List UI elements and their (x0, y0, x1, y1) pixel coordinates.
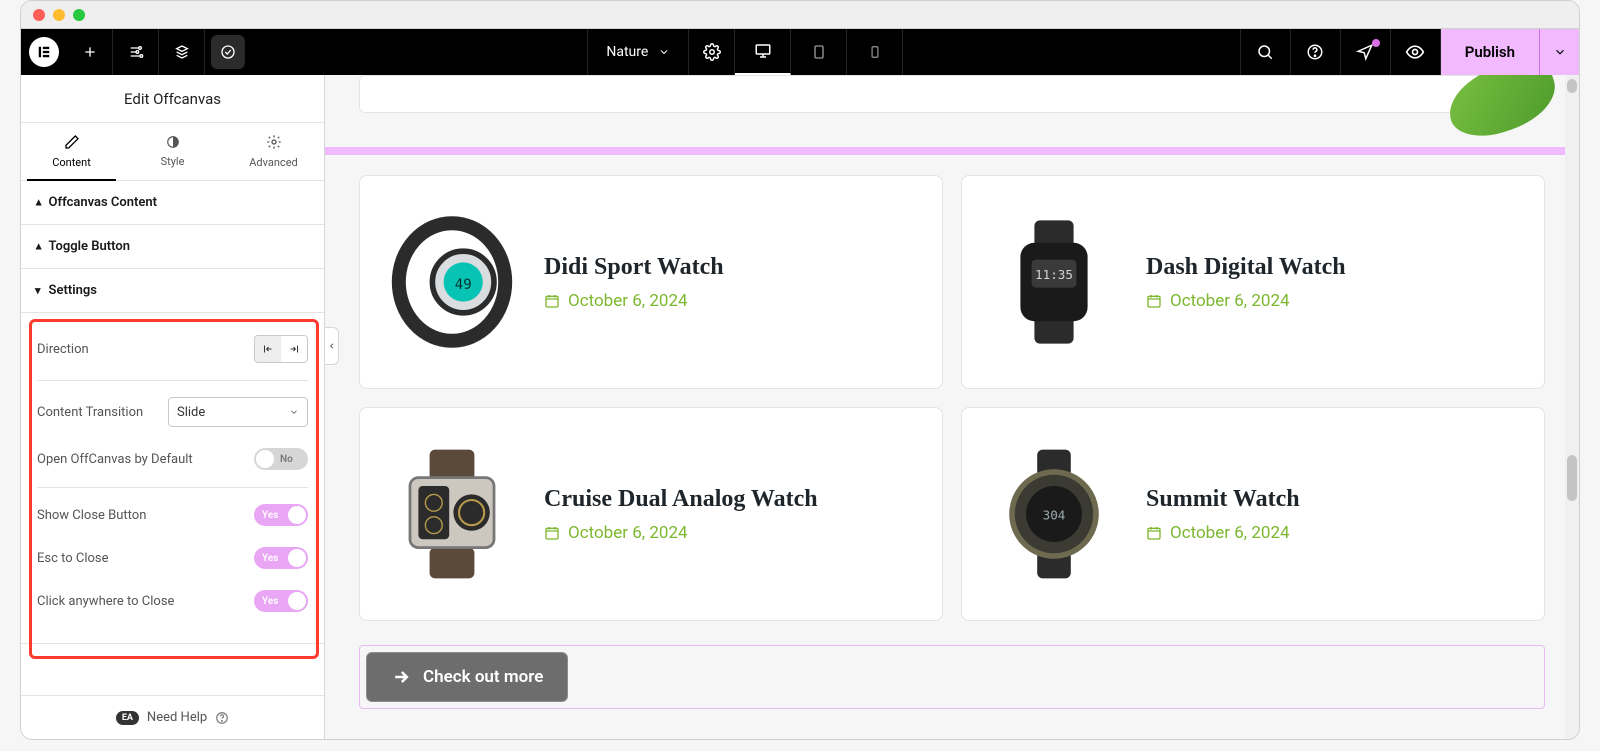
direction-right-button[interactable] (281, 336, 307, 362)
row-click-close: Click anywhere to Close Yes (37, 580, 308, 623)
help-button[interactable] (1290, 29, 1340, 75)
card-title: Didi Sport Watch (544, 254, 724, 281)
post-card[interactable]: 11:35 Dash Digital Watch October 6, 2024 (961, 175, 1545, 389)
checklist-button[interactable] (211, 35, 245, 69)
esc-close-toggle[interactable]: Yes (254, 547, 308, 569)
editor-body: Edit Offcanvas Content Style Advanced ▸ … (21, 75, 1579, 739)
pencil-icon (64, 134, 80, 150)
search-button[interactable] (1240, 29, 1290, 75)
post-card[interactable]: 49 Didi Sport Watch October 6, 2024 (359, 175, 943, 389)
calendar-icon (544, 293, 560, 309)
page-settings-button[interactable] (689, 29, 735, 75)
calendar-icon (544, 525, 560, 541)
section-divider (325, 147, 1579, 155)
add-element-button[interactable] (67, 29, 113, 75)
scroll-thumb[interactable] (1567, 455, 1577, 501)
card-title: Dash Digital Watch (1146, 254, 1346, 281)
structure-button[interactable] (159, 29, 205, 75)
panel-title: Edit Offcanvas (21, 75, 324, 123)
chevron-down-icon: ▾ (35, 284, 41, 297)
watch-thumbnail-icon (382, 439, 522, 589)
ea-badge-icon: EA (116, 711, 139, 725)
canvas-scrollbar[interactable] (1565, 75, 1579, 739)
calendar-icon (1146, 525, 1162, 541)
maximize-window-icon[interactable] (73, 9, 85, 21)
panel-footer: EA Need Help (21, 695, 324, 739)
hero-card (359, 75, 1545, 113)
watch-thumbnail-icon: 11:35 (984, 207, 1124, 357)
chevron-right-icon: ▸ (31, 244, 44, 250)
card-date: October 6, 2024 (544, 523, 818, 543)
tab-content[interactable]: Content (21, 123, 122, 180)
responsive-device-group (735, 29, 903, 75)
direction-left-button[interactable] (255, 336, 281, 362)
post-card[interactable]: Cruise Dual Analog Watch October 6, 2024 (359, 407, 943, 621)
row-open-default: Open OffCanvas by Default No (37, 438, 308, 481)
card-title: Summit Watch (1146, 486, 1300, 513)
section-toggle-button[interactable]: ▸ Toggle Button (21, 225, 324, 269)
svg-text:11:35: 11:35 (1035, 267, 1073, 282)
page-name: Nature (606, 44, 648, 60)
publish-options-button[interactable] (1539, 29, 1579, 75)
notifications-button[interactable] (1340, 29, 1390, 75)
widget-panel: Edit Offcanvas Content Style Advanced ▸ … (21, 75, 325, 739)
open-default-toggle[interactable]: No (254, 448, 308, 470)
preview-button[interactable] (1390, 29, 1440, 75)
preview-canvas: 49 Didi Sport Watch October 6, 2024 (325, 75, 1579, 739)
tab-advanced[interactable]: Advanced (223, 123, 324, 180)
close-window-icon[interactable] (33, 9, 45, 21)
notification-dot-icon (1372, 39, 1380, 47)
watch-thumbnail-icon: 49 (382, 207, 522, 357)
row-content-transition: Content Transition Slide (37, 380, 308, 438)
row-esc-close: Esc to Close Yes (37, 537, 308, 580)
card-date: October 6, 2024 (1146, 291, 1346, 311)
chevron-down-icon (658, 46, 670, 58)
page-selector[interactable]: Nature (587, 29, 689, 75)
check-out-more-button[interactable]: Check out more (366, 652, 568, 702)
section-settings[interactable]: ▾ Settings (21, 269, 324, 313)
hero-strip (325, 75, 1579, 147)
minimize-window-icon[interactable] (53, 9, 65, 21)
scroll-thumb-top[interactable] (1567, 79, 1577, 93)
mac-titlebar (21, 1, 1579, 29)
post-card[interactable]: 304 Summit Watch October 6, 2024 (961, 407, 1545, 621)
canvas-scroll[interactable]: 49 Didi Sport Watch October 6, 2024 (325, 75, 1579, 739)
panel-collapse-handle[interactable] (325, 327, 339, 365)
editor-topbar: Nature (21, 29, 1579, 75)
card-title: Cruise Dual Analog Watch (544, 486, 818, 513)
watch-thumbnail-icon: 304 (984, 439, 1124, 589)
section-offcanvas-content[interactable]: ▸ Offcanvas Content (21, 181, 324, 225)
tablet-device-button[interactable] (791, 29, 847, 75)
elementor-logo-icon[interactable] (29, 37, 59, 67)
content-transition-select[interactable]: Slide (168, 397, 308, 427)
mobile-device-button[interactable] (847, 29, 903, 75)
card-date: October 6, 2024 (544, 291, 724, 311)
publish-button[interactable]: Publish (1440, 29, 1539, 75)
svg-text:49: 49 (455, 277, 472, 293)
panel-tabs: Content Style Advanced (21, 123, 324, 181)
tab-style[interactable]: Style (122, 123, 223, 180)
settings-body: Direction Content Transition Slide (21, 313, 324, 644)
click-close-toggle[interactable]: Yes (254, 590, 308, 612)
chevron-down-icon (289, 407, 299, 417)
desktop-device-button[interactable] (735, 29, 791, 75)
show-close-toggle[interactable]: Yes (254, 504, 308, 526)
contrast-icon (166, 135, 180, 149)
svg-text:304: 304 (1043, 508, 1066, 523)
row-show-close: Show Close Button Yes (37, 487, 308, 537)
cta-section: Check out more (359, 645, 1545, 709)
row-direction: Direction (37, 325, 308, 374)
window: Nature (20, 0, 1580, 740)
help-circle-icon (215, 711, 229, 725)
chevron-right-icon: ▸ (31, 200, 44, 206)
settings-sliders-button[interactable] (113, 29, 159, 75)
cards-grid: 49 Didi Sport Watch October 6, 2024 (359, 175, 1545, 621)
arrow-right-icon (391, 667, 411, 687)
card-date: October 6, 2024 (1146, 523, 1300, 543)
calendar-icon (1146, 293, 1162, 309)
gear-icon (266, 134, 282, 150)
need-help-link[interactable]: Need Help (147, 710, 207, 725)
direction-toggle (254, 335, 308, 363)
